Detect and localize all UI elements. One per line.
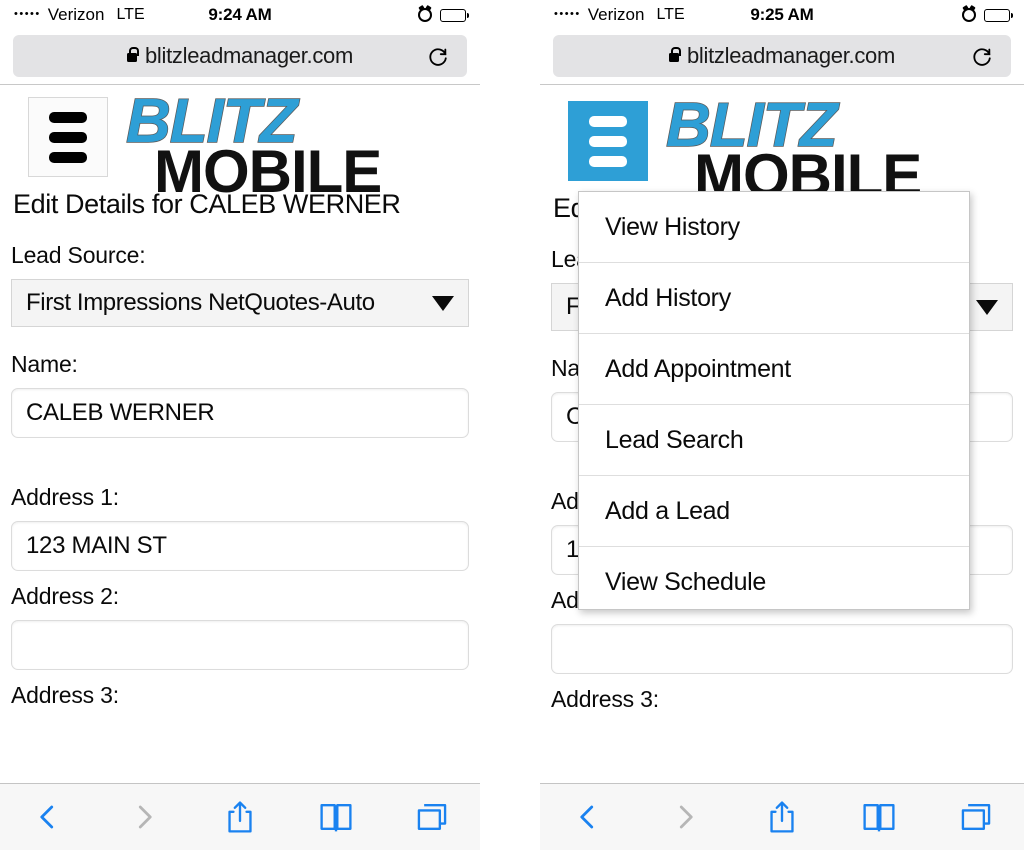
app-logo: BLITZ MOBILE bbox=[125, 90, 382, 206]
chevron-right-icon bbox=[138, 805, 152, 829]
browser-chrome: blitzleadmanager.com bbox=[0, 30, 480, 85]
tabs-button[interactable] bbox=[927, 801, 1024, 833]
back-button[interactable] bbox=[540, 802, 637, 832]
reload-icon[interactable] bbox=[971, 45, 993, 67]
field-label-lead-source: Lead Source: bbox=[11, 242, 146, 268]
status-bar: ••••• Verizon LTE 9:25 AM bbox=[540, 0, 1024, 30]
field-label-address3: Address 3: bbox=[551, 686, 659, 712]
book-icon bbox=[863, 804, 895, 832]
share-icon bbox=[228, 801, 252, 833]
share-button[interactable] bbox=[734, 800, 831, 834]
book-icon bbox=[320, 804, 352, 832]
field-label-name: Name: bbox=[11, 351, 78, 377]
tabs-icon bbox=[417, 804, 447, 830]
tabs-button[interactable] bbox=[384, 801, 480, 833]
signal-dots-icon: ••••• bbox=[14, 7, 41, 20]
url-label: blitzleadmanager.com bbox=[144, 43, 353, 68]
menu-item-add-history[interactable]: Add History bbox=[579, 263, 969, 334]
menu-item-view-schedule[interactable]: View Schedule bbox=[579, 547, 969, 609]
chevron-left-icon bbox=[40, 805, 54, 829]
url-label: blitzleadmanager.com bbox=[686, 43, 895, 68]
menu-item-view-history[interactable]: View History bbox=[579, 192, 969, 263]
status-right-group bbox=[418, 8, 469, 22]
name-input[interactable]: CALEB WERNER bbox=[11, 388, 469, 438]
forward-button[interactable] bbox=[96, 802, 192, 832]
network-type-label: LTE bbox=[116, 6, 145, 23]
chevron-down-icon bbox=[432, 295, 454, 311]
hamburger-bar-icon bbox=[49, 111, 87, 123]
lock-icon bbox=[668, 46, 681, 62]
status-bar: ••••• Verizon LTE 9:24 AM bbox=[0, 0, 480, 30]
chevron-right-icon bbox=[680, 805, 693, 829]
phone-panel-right: ••••• Verizon LTE 9:25 AM blitzleadmanag… bbox=[540, 0, 1024, 850]
address1-input[interactable]: 123 MAIN ST bbox=[11, 521, 469, 571]
share-button[interactable] bbox=[192, 800, 288, 834]
menu-item-add-a-lead[interactable]: Add a Lead bbox=[579, 476, 969, 547]
browser-chrome: blitzleadmanager.com bbox=[540, 30, 1024, 85]
hamburger-bar-icon bbox=[589, 115, 627, 127]
lead-source-select[interactable]: First Impressions NetQuotes-Auto bbox=[11, 279, 469, 327]
back-button[interactable] bbox=[0, 802, 96, 832]
address2-input[interactable] bbox=[551, 624, 1013, 674]
name-value: CALEB WERNER bbox=[26, 399, 215, 426]
menu-item-lead-search[interactable]: Lead Search bbox=[579, 405, 969, 476]
network-type-label: LTE bbox=[656, 6, 685, 23]
bookmarks-button[interactable] bbox=[830, 801, 927, 833]
browser-toolbar bbox=[0, 783, 480, 850]
chevron-left-icon bbox=[580, 805, 594, 829]
logo-secondary-text: MOBILE bbox=[154, 138, 382, 206]
lock-icon bbox=[126, 46, 139, 62]
chevron-down-icon bbox=[976, 299, 998, 315]
edit-lead-form: Edit Details for CALEB WERNER Lead Sourc… bbox=[0, 189, 480, 709]
field-label-address2: Address 2: bbox=[11, 583, 119, 609]
carrier-label: Verizon bbox=[47, 5, 105, 24]
address1-value: 123 MAIN ST bbox=[26, 532, 167, 559]
carrier-label: Verizon bbox=[587, 5, 645, 24]
hamburger-bar-icon bbox=[589, 155, 627, 167]
app-header: BLITZ MOBILE bbox=[540, 89, 1024, 205]
menu-item-add-appointment[interactable]: Add Appointment bbox=[579, 334, 969, 405]
browser-toolbar bbox=[540, 783, 1024, 850]
share-icon bbox=[770, 801, 794, 833]
nav-dropdown-menu: View History Add History Add Appointment… bbox=[578, 191, 970, 610]
tabs-icon bbox=[961, 804, 990, 830]
app-header: BLITZ MOBILE bbox=[0, 85, 480, 201]
alarm-icon bbox=[962, 8, 976, 22]
forward-button[interactable] bbox=[637, 802, 734, 832]
bookmarks-button[interactable] bbox=[288, 801, 384, 833]
battery-icon bbox=[440, 8, 469, 22]
address2-input[interactable] bbox=[11, 620, 469, 670]
address-bar[interactable]: blitzleadmanager.com bbox=[553, 35, 1011, 77]
hamburger-bar-icon bbox=[49, 131, 87, 143]
field-label-address3: Address 3: bbox=[11, 682, 119, 708]
hamburger-menu-button[interactable] bbox=[568, 101, 648, 181]
alarm-icon bbox=[418, 8, 432, 22]
app-logo: BLITZ MOBILE bbox=[665, 94, 922, 206]
address-bar[interactable]: blitzleadmanager.com bbox=[13, 35, 467, 77]
screenshot-stage: ••••• Verizon LTE 9:24 AM blitzleadmanag… bbox=[0, 0, 1024, 850]
reload-icon[interactable] bbox=[427, 45, 449, 67]
battery-icon bbox=[984, 8, 1013, 22]
web-page-right: BLITZ MOBILE Edit Details for CALEB WERN… bbox=[540, 85, 1024, 850]
hamburger-menu-button[interactable] bbox=[28, 97, 108, 177]
hamburger-bar-icon bbox=[589, 135, 627, 147]
signal-dots-icon: ••••• bbox=[554, 7, 581, 20]
status-right-group bbox=[962, 8, 1013, 22]
lead-source-value: First Impressions NetQuotes-Auto bbox=[26, 289, 375, 316]
field-label-address1: Address 1: bbox=[11, 484, 119, 510]
phone-panel-left: ••••• Verizon LTE 9:24 AM blitzleadmanag… bbox=[0, 0, 480, 850]
web-page-left: BLITZ MOBILE Edit Details for CALEB WERN… bbox=[0, 85, 480, 850]
hamburger-bar-icon bbox=[49, 151, 87, 163]
